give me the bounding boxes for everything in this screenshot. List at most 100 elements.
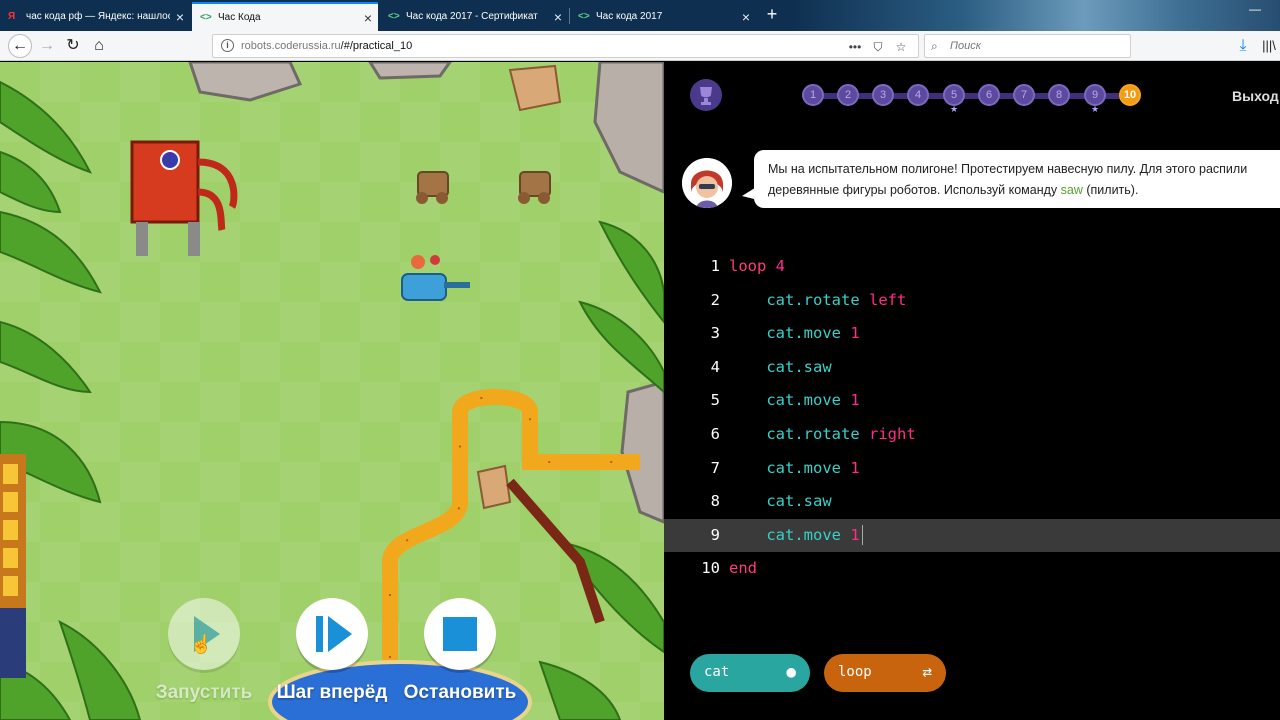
code-keyword: loop (729, 257, 767, 275)
code-argument: 4 (766, 257, 785, 275)
code-command: cat.move (766, 525, 841, 544)
mouse-cursor-icon: ☝ (190, 634, 213, 654)
code-argument: 1 (840, 525, 860, 544)
close-tab-icon[interactable]: × (170, 9, 190, 25)
code-line[interactable]: 1 loop 4 (664, 250, 1280, 284)
bookmark-star-icon[interactable]: ☆ (892, 38, 910, 56)
level-button-6[interactable]: 6 (978, 84, 1000, 106)
step-forward-button[interactable] (296, 598, 368, 670)
code-line[interactable]: 9 cat.move 1 (664, 518, 1280, 553)
info-icon[interactable]: i (221, 39, 234, 52)
level-button-9[interactable]: 9 (1084, 84, 1106, 106)
level-button-7[interactable]: 7 (1013, 84, 1035, 106)
code-line[interactable]: 6 cat.rotate right (664, 418, 1280, 452)
pocket-icon[interactable]: ⛉ (869, 38, 887, 56)
cat-icon: ● (786, 662, 796, 681)
code-command: cat.saw (766, 492, 832, 511)
page-actions-icon[interactable]: ••• (846, 38, 864, 56)
browser-nav-bar: ← → ↻ ⌂ i robots.coderussia.ru/#/practic… (0, 31, 1280, 61)
code-command: cat.move (766, 458, 841, 477)
avatar (682, 158, 732, 208)
back-button[interactable]: ← (8, 34, 32, 58)
minimize-icon[interactable]: — (1240, 0, 1270, 20)
star-icon: ★ (950, 104, 959, 114)
stop-button[interactable] (424, 598, 496, 670)
tab-chas-koda[interactable]: <> Час Кода × (192, 2, 378, 31)
url-host: robots.coderussia.ru (241, 40, 341, 52)
tab-certificate[interactable]: <> Час кода 2017 - Сертификат × (380, 2, 568, 31)
line-number: 3 (710, 324, 720, 343)
code-line[interactable]: 10 end (664, 552, 1280, 586)
yandex-icon: Я (8, 11, 16, 22)
close-tab-icon[interactable]: × (548, 9, 568, 25)
robot-factory-machine (130, 140, 238, 256)
code-line[interactable]: 4 cat.saw (664, 351, 1280, 385)
code-command: cat.saw (766, 357, 832, 376)
code-argument: right (859, 424, 916, 443)
stop-icon (443, 617, 477, 651)
level-button-1[interactable]: 1 (802, 84, 824, 106)
tab-yandex[interactable]: Я час кода рф — Яндекс: нашлось × (0, 2, 190, 31)
code-text: cat.saw (729, 351, 832, 385)
code-line[interactable]: 2 cat.rotate left (664, 284, 1280, 318)
url-text[interactable]: robots.coderussia.ru/#/practical_10 (241, 40, 412, 52)
code-text: loop 4 (729, 250, 785, 284)
level-button-3[interactable]: 3 (872, 84, 894, 106)
search-bar[interactable]: ⌕ (924, 34, 1131, 58)
url-bar[interactable]: i robots.coderussia.ru/#/practical_10 ••… (212, 34, 919, 58)
code-command: cat.move (766, 391, 841, 410)
line-number: 6 (710, 424, 720, 443)
library-icon[interactable]: |||\ (1258, 35, 1280, 57)
forward-button[interactable]: → (36, 35, 58, 57)
new-tab-button[interactable]: + (762, 4, 782, 25)
tab-chas-koda-2017[interactable]: <> Час кода 2017 × (570, 2, 756, 31)
code-argument: 1 (840, 324, 860, 343)
home-button[interactable]: ⌂ (88, 35, 110, 57)
code-command: cat.rotate (766, 290, 860, 309)
line-number: 8 (710, 492, 720, 511)
code-line[interactable]: 7 cat.move 1 (664, 452, 1280, 486)
level-button-10[interactable]: 10 (1119, 84, 1141, 106)
exit-button[interactable]: Выход (1232, 88, 1279, 104)
close-tab-icon[interactable]: × (358, 10, 378, 26)
star-icon: ★ (1091, 104, 1100, 114)
code-argument: 1 (840, 458, 860, 477)
url-path: /#/practical_10 (340, 40, 413, 52)
loop-command-chip[interactable]: loop ⇄ (824, 654, 946, 692)
code-editor[interactable]: 1 loop 42 cat.rotate left 3 cat.move 14 ca… (664, 250, 1280, 586)
search-input[interactable] (950, 38, 1120, 54)
code-command: cat.move (766, 324, 841, 343)
close-tab-icon[interactable]: × (736, 9, 756, 25)
level-button-8[interactable]: 8 (1048, 84, 1070, 106)
code-line[interactable]: 5 cat.move 1 (664, 384, 1280, 418)
downloads-icon[interactable]: ⤓ (1232, 35, 1254, 57)
yellow-blocks-decoration (0, 454, 26, 678)
chip-label: cat (704, 664, 730, 680)
code-line[interactable]: 3 cat.move 1 (664, 317, 1280, 351)
avatar-girl-icon (682, 158, 732, 208)
code-line[interactable]: 8 cat.saw (664, 485, 1280, 519)
code-command: cat.rotate (766, 424, 860, 443)
tabbar-background-art (790, 0, 1280, 31)
level-button-2[interactable]: 2 (837, 84, 859, 106)
code-icon: <> (200, 12, 212, 23)
code-argument: left (859, 290, 907, 309)
search-icon: ⌕ (931, 39, 938, 53)
game-field: Запустить Шаг вперёд Остановить ☝ (0, 62, 664, 720)
trophy-button[interactable] (690, 79, 722, 111)
level-button-4[interactable]: 4 (907, 84, 929, 106)
level-button-5[interactable]: 5 (943, 84, 965, 106)
reload-button[interactable]: ↻ (62, 35, 84, 57)
tab-label: Час Кода (218, 12, 261, 23)
cat-command-chip[interactable]: cat ● (690, 654, 810, 692)
code-text: cat.move 1 (729, 452, 860, 486)
line-number: 4 (710, 357, 720, 376)
instruction-message: Мы на испытательном полигоне! Протестиру… (754, 150, 1280, 208)
code-text: end (729, 552, 757, 586)
